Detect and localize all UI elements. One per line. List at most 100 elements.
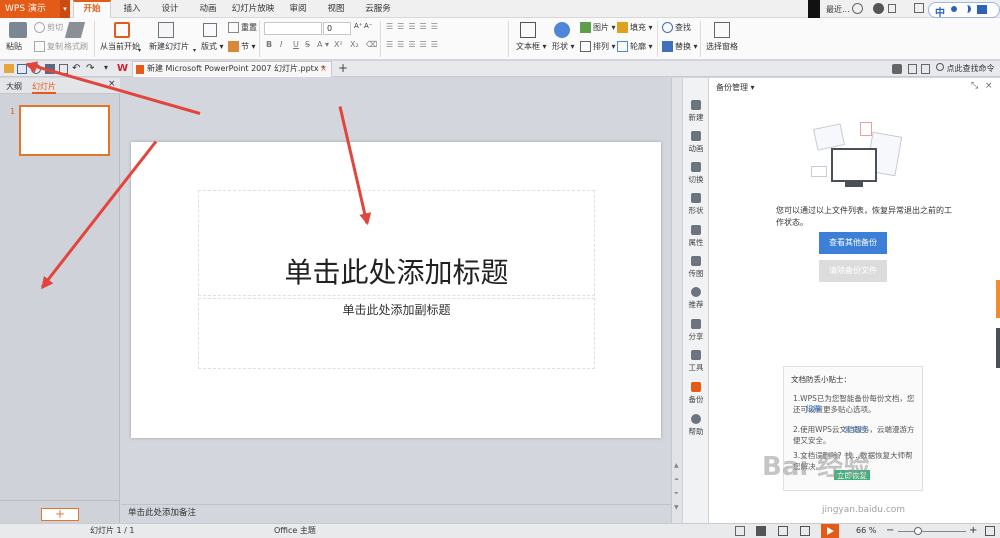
- backup-panel-title[interactable]: 备份管理 ▾: [716, 82, 755, 93]
- font-name-field[interactable]: [264, 22, 322, 35]
- scroll-bottom-icon[interactable]: ⏷: [674, 490, 679, 498]
- paste-button[interactable]: 粘贴: [6, 41, 22, 52]
- ime-moon-icon[interactable]: [963, 5, 971, 13]
- clear-format-icon[interactable]: ⌫: [366, 40, 377, 49]
- undo-icon[interactable]: ↶: [72, 63, 80, 74]
- section-button[interactable]: 节 ▾: [228, 41, 256, 52]
- zoom-level[interactable]: 66 %: [856, 524, 876, 538]
- scroll-down-icon[interactable]: ▼: [674, 504, 679, 511]
- find-button[interactable]: 查找: [662, 22, 691, 33]
- bold-button[interactable]: B: [266, 40, 272, 49]
- zoom-out-icon[interactable]: −: [886, 524, 894, 538]
- outline-button[interactable]: 轮廓 ▾: [617, 41, 653, 52]
- align-buttons[interactable]: ☰☰☰☰☰: [386, 40, 442, 49]
- search-command-field[interactable]: 点此查找命令: [936, 63, 995, 74]
- italic-button[interactable]: I: [280, 40, 282, 49]
- close-tab-icon[interactable]: ×: [320, 62, 327, 76]
- cut-button[interactable]: 剪切: [34, 22, 63, 33]
- list-buttons[interactable]: ☰☰☰☰☰: [386, 22, 442, 31]
- tab-design[interactable]: 设计: [152, 0, 188, 18]
- sidebar-item-upload-image[interactable]: 传图: [683, 256, 709, 279]
- tab-view[interactable]: 视图: [318, 0, 354, 18]
- sidebar-item-share[interactable]: 分享: [683, 319, 709, 342]
- sidebar-item-properties[interactable]: 属性: [683, 225, 709, 248]
- subtitle-placeholder[interactable]: 单击此处添加副标题: [198, 298, 595, 369]
- vertical-scrollbar[interactable]: ▲ ⏶ ⏷ ▼: [671, 78, 682, 523]
- sidebar-item-tools[interactable]: 工具: [683, 350, 709, 373]
- layout-button[interactable]: 版式 ▾: [201, 41, 224, 52]
- tool-icon[interactable]: [892, 64, 902, 74]
- doc-alt-icon[interactable]: [921, 64, 930, 74]
- replace-button[interactable]: 替换 ▾: [662, 41, 698, 52]
- ime-toolbar[interactable]: 中: [928, 2, 1000, 19]
- reset-button[interactable]: 重置: [228, 22, 257, 33]
- side-handle[interactable]: [996, 280, 1000, 318]
- zoom-in-icon[interactable]: +: [969, 524, 977, 538]
- tab-home[interactable]: 开始: [73, 0, 111, 18]
- normal-view-icon[interactable]: [756, 526, 766, 536]
- collapse-icon[interactable]: ⤡: [971, 81, 978, 91]
- select-pane-icon[interactable]: [714, 22, 730, 38]
- notes-area[interactable]: 单击此处添加备注: [121, 504, 671, 522]
- format-painter-icon[interactable]: [64, 22, 86, 38]
- slide-thumbnail[interactable]: [19, 105, 110, 156]
- redo-icon[interactable]: ↷: [86, 63, 94, 74]
- tab-outline[interactable]: 大纲: [6, 81, 22, 92]
- settings-icon[interactable]: [852, 3, 863, 14]
- chevron-down-icon[interactable]: ▾: [193, 47, 196, 54]
- cloud-doc-link[interactable]: 云文档: [844, 424, 867, 435]
- font-shrink-icon[interactable]: A⁻: [364, 22, 372, 30]
- ime-chinese-icon[interactable]: 中: [935, 4, 945, 19]
- new-slide-icon[interactable]: [158, 22, 174, 38]
- view-other-backups-button[interactable]: 查看其他备份: [819, 232, 887, 254]
- chevron-down-icon[interactable]: ▾: [138, 47, 141, 54]
- skin-icon[interactable]: [888, 4, 896, 13]
- clear-backup-button[interactable]: 清除备份文件: [819, 260, 887, 282]
- slideshow-button[interactable]: [821, 524, 839, 538]
- tab-cloud[interactable]: 云服务: [358, 0, 398, 18]
- subscript-button[interactable]: X₂: [350, 40, 359, 49]
- document-tab[interactable]: 新建 Microsoft PowerPoint 2007 幻灯片.pptx * …: [132, 61, 332, 77]
- title-placeholder[interactable]: 单击此处添加标题: [198, 190, 595, 296]
- add-slide-button[interactable]: +: [41, 508, 79, 521]
- play-from-current-icon[interactable]: [114, 22, 130, 38]
- sidebar-item-animation[interactable]: 动画: [683, 131, 709, 154]
- zoom-slider[interactable]: [898, 527, 966, 535]
- app-menu-button[interactable]: WPS 演示 ▾: [0, 0, 70, 18]
- tab-review[interactable]: 审阅: [280, 0, 316, 18]
- paste-icon[interactable]: [9, 22, 27, 38]
- sidebar-item-new[interactable]: 新建: [683, 100, 709, 123]
- font-grow-icon[interactable]: A⁺: [354, 22, 362, 30]
- text-box-icon[interactable]: [520, 22, 536, 38]
- restore-icon[interactable]: [914, 3, 924, 13]
- from-current-button[interactable]: 从当前开始: [100, 41, 140, 52]
- picture-button[interactable]: 图片 ▾: [580, 22, 616, 33]
- select-pane-button[interactable]: 选择窗格: [706, 41, 738, 52]
- tab-insert[interactable]: 插入: [114, 0, 150, 18]
- open-folder-icon[interactable]: [4, 64, 14, 73]
- ime-punct-icon[interactable]: [951, 6, 957, 12]
- fill-button[interactable]: 填充 ▾: [617, 22, 653, 33]
- close-panel-icon[interactable]: ×: [985, 81, 993, 91]
- tab-animation[interactable]: 动画: [190, 0, 226, 18]
- sidebar-item-backup[interactable]: 备份: [683, 382, 709, 405]
- side-widget[interactable]: [996, 328, 1000, 368]
- scroll-top-icon[interactable]: ⏶: [674, 476, 679, 484]
- app-menu-dropdown-icon[interactable]: ▾: [60, 0, 70, 18]
- layout-icon[interactable]: [203, 23, 217, 37]
- settings-link[interactable]: 设置: [806, 403, 821, 414]
- fit-window-icon[interactable]: [985, 526, 995, 536]
- new-tab-button[interactable]: +: [338, 61, 348, 75]
- slide-canvas[interactable]: 单击此处添加标题 单击此处添加副标题: [131, 142, 661, 438]
- recent-label[interactable]: 最近...: [826, 4, 850, 15]
- sidebar-item-shape[interactable]: 形状: [683, 193, 709, 216]
- strikethrough-button[interactable]: S̶: [305, 40, 310, 49]
- customize-chevron-icon[interactable]: ▾: [104, 63, 108, 72]
- slide-sorter-icon[interactable]: [778, 526, 788, 536]
- user-avatar[interactable]: [808, 0, 820, 18]
- shape-button[interactable]: 形状 ▾: [552, 41, 575, 52]
- shape-icon[interactable]: [554, 22, 570, 38]
- superscript-button[interactable]: X²: [334, 40, 343, 49]
- font-size-field[interactable]: 0: [323, 22, 351, 35]
- help-icon[interactable]: [873, 3, 884, 14]
